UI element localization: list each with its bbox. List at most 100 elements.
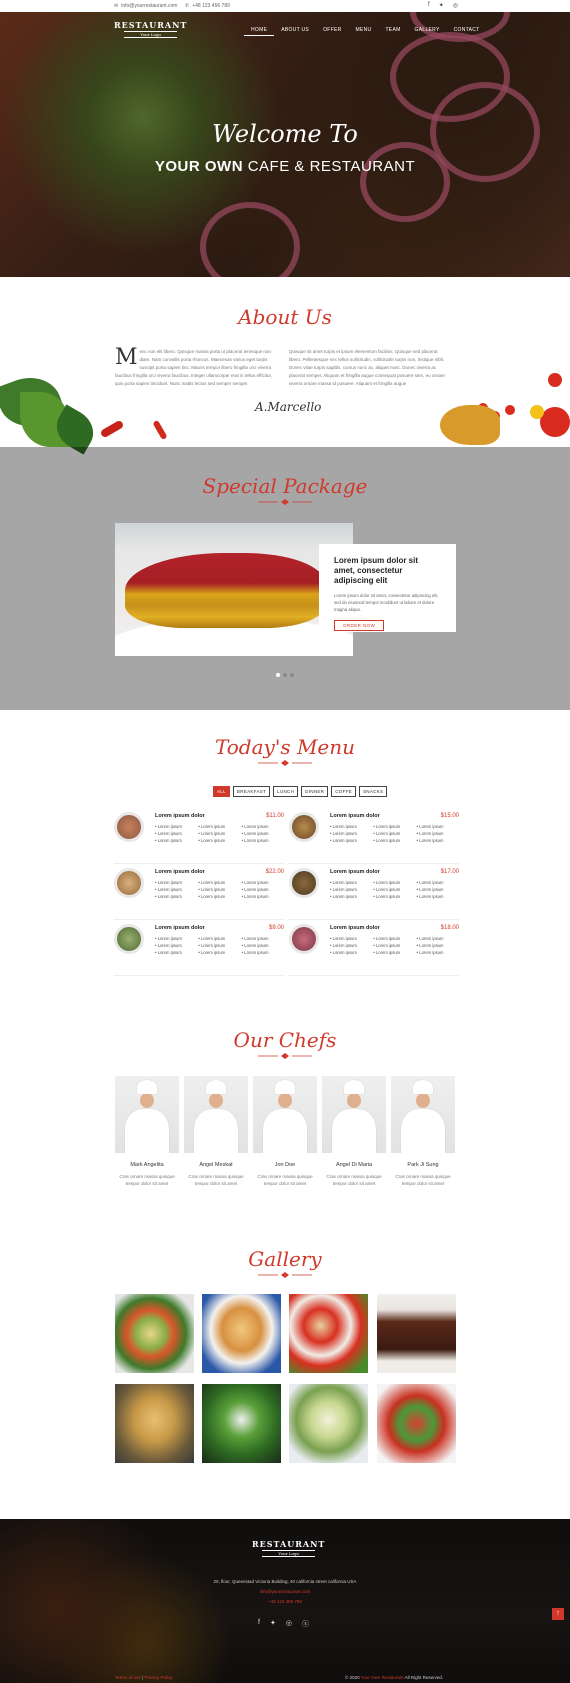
nav-menu[interactable]: MENU	[349, 24, 379, 36]
chef-card[interactable]: Jon Doe Cras ornare massa quisque tempor…	[253, 1076, 317, 1187]
ingredient: • Lorem ipsum	[330, 824, 357, 829]
copyright: © 2020 Your Own Restaurant All Right Res…	[345, 1675, 443, 1680]
topbar-phone[interactable]: ✆ +48 123 456 789	[185, 3, 230, 9]
gallery-image[interactable]	[377, 1294, 456, 1373]
ingredient: • Lorem ipsum	[416, 950, 444, 955]
menu-item[interactable]: Lorem ipsum dolor $22.00 • Lorem ipsum • …	[114, 868, 284, 920]
gallery-image[interactable]	[289, 1384, 368, 1463]
menu-item[interactable]: Lorem ipsum dolor $11.00 • Lorem ipsum • …	[114, 812, 284, 864]
phone-icon: ✆	[185, 3, 190, 9]
nav-contact[interactable]: CONTACT	[447, 24, 487, 36]
ingredient: • Lorem ipsum	[416, 824, 444, 829]
nav-gallery[interactable]: GALLERY	[408, 24, 447, 36]
nav-about[interactable]: ABOUT US	[274, 24, 316, 36]
main-nav: HOME ABOUT US OFFER MENU TEAM GALLERY CO…	[244, 24, 487, 36]
gallery-image[interactable]	[202, 1384, 281, 1463]
tab-snacks[interactable]: SNACKS	[358, 786, 388, 797]
chef-desc: Cras ornare massa quisque tempor dolor s…	[119, 1174, 175, 1186]
privacy-link[interactable]: Privacy Policy	[144, 1675, 172, 1680]
menu-item-thumb	[114, 868, 144, 898]
menu-item[interactable]: Lorem ipsum dolor $18.00 • Lorem ipsum • …	[289, 924, 459, 976]
ingredient: • Lorem ipsum	[373, 887, 401, 892]
gallery-image[interactable]	[115, 1384, 194, 1463]
logo-name: RESTAURANT	[114, 20, 188, 30]
gallery-image[interactable]	[202, 1294, 281, 1373]
gallery-image[interactable]	[377, 1384, 456, 1463]
menu-item-ingredients: • Lorem ipsum • Lorem ipsum • Lorem ipsum •…	[330, 824, 460, 843]
tab-all[interactable]: ALL	[213, 786, 230, 797]
ingredient: • Lorem ipsum	[330, 950, 357, 955]
ingredient: • Lorem ipsum	[198, 838, 226, 843]
copyright-year: © 2020	[345, 1675, 360, 1680]
footer-email[interactable]: info@yourrestaurant.com	[0, 1589, 570, 1594]
about-dropcap: M	[115, 345, 138, 370]
ingredient: • Lorem ipsum	[155, 887, 182, 892]
nav-home[interactable]: HOME	[244, 24, 275, 36]
footer-logo[interactable]: RESTAURANT Your Logo	[252, 1539, 325, 1557]
ornament-icon	[258, 1053, 312, 1059]
footer-phone[interactable]: +48 123 456 789	[0, 1599, 570, 1604]
signature: A.Marcello	[255, 400, 322, 414]
menu-item[interactable]: Lorem ipsum dolor $15.00 • Lorem ipsum • …	[289, 812, 459, 864]
hero-subtitle-bold: YOUR OWN	[154, 158, 244, 175]
special-title: Special Package	[202, 474, 368, 498]
chef-card[interactable]: Angel Di Maria Cras ornare massa quisque…	[322, 1076, 386, 1187]
copyright-brand[interactable]: Your Own Restaurant	[361, 1675, 404, 1680]
gallery-title: Gallery	[248, 1247, 322, 1271]
instagram-icon[interactable]: ◎	[286, 1619, 292, 1629]
ingredient: • Lorem ipsum	[241, 824, 269, 829]
tab-lunch[interactable]: LUNCH	[273, 786, 299, 797]
about-title: About Us	[238, 305, 332, 329]
footer-links: Terms of use | Privacy Policy	[115, 1675, 173, 1680]
twitter-icon[interactable]: ✦	[439, 2, 444, 9]
menu-item-thumb	[114, 812, 144, 842]
nav-offer[interactable]: OFFER	[316, 24, 348, 36]
chef-card[interactable]: Park Ji Sung Cras ornare massa quisque t…	[391, 1076, 455, 1187]
slider-dot[interactable]	[283, 673, 287, 677]
special-image	[115, 523, 353, 656]
envelope-icon: ✉	[114, 3, 119, 9]
chef-name: Mark Angelita	[130, 1162, 164, 1168]
tab-breakfast[interactable]: BREAKFAST	[232, 786, 271, 797]
ingredient: • Lorem ipsum	[241, 887, 269, 892]
menu-item-ingredients: • Lorem ipsum • Lorem ipsum • Lorem ipsum •…	[155, 824, 285, 843]
special-section: Special Package Lorem ipsum dolor sit am…	[0, 447, 570, 710]
arrow-up-icon[interactable]: ↑	[552, 1608, 564, 1620]
facebook-icon[interactable]: f	[258, 1619, 260, 1629]
footer-address: 20, floor, Queenstad Victoria Building, …	[213, 1579, 357, 1584]
menu-item[interactable]: Lorem ipsum dolor $17.00 • Lorem ipsum • …	[289, 868, 459, 920]
hero-subtitle: YOUR OWN CAFE & RESTAURANT	[0, 158, 570, 175]
gallery-image[interactable]	[115, 1294, 194, 1373]
gallery-image[interactable]	[289, 1294, 368, 1373]
ingredient: • Lorem ipsum	[330, 894, 357, 899]
chef-desc: Cras ornare massa quisque tempor dolor s…	[188, 1174, 244, 1186]
nav-team[interactable]: TEAM	[378, 24, 407, 36]
topbar-email[interactable]: ✉ info@yourrestaurant.com	[114, 3, 177, 9]
menu-item[interactable]: Lorem ipsum dolor $9.00 • Lorem ipsum • L…	[114, 924, 284, 976]
menu-item-name: Lorem ipsum dolor	[330, 925, 380, 931]
ingredient: • Lorem ipsum	[198, 831, 226, 836]
menu-item-ingredients: • Lorem ipsum • Lorem ipsum • Lorem ipsum •…	[330, 880, 460, 899]
logo-tagline: Your Logo	[124, 31, 178, 38]
ingredient: • Lorem ipsum	[373, 831, 401, 836]
chef-card[interactable]: Mark Angelita Cras ornare massa quisque …	[115, 1076, 179, 1187]
skype-icon[interactable]: ⓢ	[302, 1619, 309, 1629]
slider-dot[interactable]	[276, 673, 280, 677]
order-now-button[interactable]: ORDER NOW	[334, 620, 385, 631]
slider-dot[interactable]	[290, 673, 294, 677]
instagram-icon[interactable]: ◎	[453, 2, 458, 9]
tab-dinner[interactable]: DINNER	[301, 786, 329, 797]
tab-coffe[interactable]: COFFE	[331, 786, 356, 797]
menu-item-name: Lorem ipsum dolor	[330, 869, 380, 875]
twitter-icon[interactable]: ✦	[270, 1619, 276, 1629]
ingredient: • Lorem ipsum	[198, 880, 226, 885]
terms-link[interactable]: Terms of use	[115, 1675, 141, 1680]
menu-item-price: $11.00	[266, 813, 284, 819]
facebook-icon[interactable]: f	[428, 2, 430, 9]
ingredient: • Lorem ipsum	[155, 838, 182, 843]
about-col-1-text: enc non elit libero. Quisque massa porta…	[115, 349, 272, 386]
ingredient: • Lorem ipsum	[373, 943, 401, 948]
chef-card[interactable]: Angel Meskat Cras ornare massa quisque t…	[184, 1076, 248, 1187]
chef-photo	[322, 1076, 386, 1153]
site-logo[interactable]: RESTAURANT Your Logo	[114, 20, 187, 38]
